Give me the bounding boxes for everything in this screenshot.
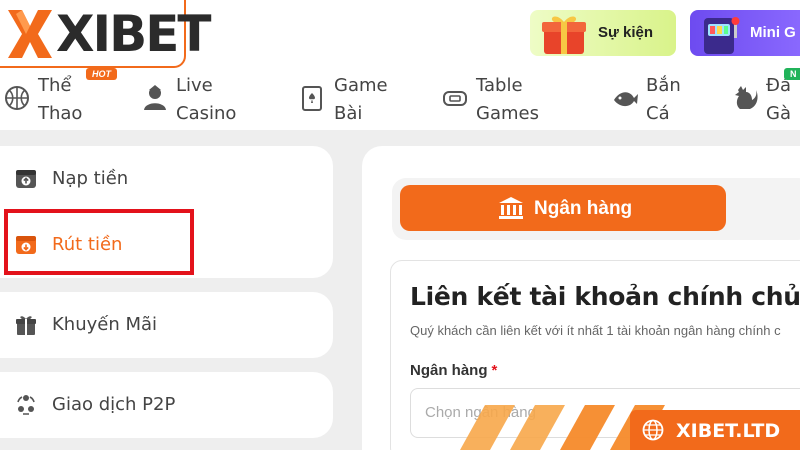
gift-box-icon: [542, 16, 586, 54]
promo-mini-game-label: Mini G: [750, 24, 796, 41]
nav-label-card-games: Game Bài: [334, 75, 388, 124]
bank-building-icon: [499, 197, 523, 219]
watermark-badge: XIBET.LTD: [630, 410, 800, 450]
deposit-wallet-icon: [16, 170, 36, 188]
sidebar-promo-card: Khuyến Mãi: [0, 292, 333, 358]
watermark-text: XIBET.LTD: [676, 420, 781, 442]
p2p-users-icon: [17, 395, 35, 415]
gift-icon: [16, 316, 36, 335]
sidebar-label-promotions: Khuyến Mãi: [52, 314, 158, 335]
fish-icon: [614, 92, 638, 107]
dealer-icon: [144, 85, 166, 110]
new-badge: N: [784, 68, 800, 80]
playing-cards-icon: [302, 86, 322, 111]
sidebar-label-p2p: Giao dịch P2P: [52, 394, 176, 415]
table-games-icon: [443, 91, 467, 106]
rooster-icon: [735, 86, 758, 109]
promo-mini-game-button[interactable]: Mini G: [690, 10, 800, 56]
site-logo[interactable]: XIBET: [0, 0, 212, 68]
nav-item-live-casino[interactable]: Live Casino: [142, 70, 252, 128]
form-title: Liên kết tài khoản chính chủ: [410, 282, 800, 311]
top-header: XIBET Sự kiện Mini G Thể Thao HOT Live C…: [0, 0, 800, 130]
promo-event-button[interactable]: Sự kiện: [530, 10, 676, 56]
nav-label-table-games: Table Games: [476, 75, 539, 124]
tab-bank-label: Ngân hàng: [534, 198, 633, 219]
sidebar-label-deposit: Nạp tiền: [52, 168, 129, 189]
tab-bank[interactable]: Ngân hàng: [400, 185, 726, 231]
logo-text: XIBET: [56, 5, 212, 63]
nav-item-sports[interactable]: Thể Thao HOT: [4, 68, 117, 128]
nav-item-card-games[interactable]: Game Bài: [300, 70, 400, 128]
sidebar-p2p-card: Giao dịch P2P: [0, 372, 333, 438]
bank-field-label: Ngân hàng *: [410, 362, 497, 379]
bank-field-label-text: Ngân hàng: [410, 362, 488, 379]
form-subtitle: Quý khách cần liên kết với ít nhất 1 tài…: [410, 323, 781, 338]
nav-item-fishing[interactable]: Bắn Cá: [612, 70, 702, 128]
withdraw-highlight-frame: [4, 209, 194, 275]
nav-label-cockfight: Đá Gà: [766, 75, 791, 124]
nav-item-table-games[interactable]: Table Games: [442, 70, 552, 128]
required-asterisk: *: [491, 362, 498, 379]
nav-label-live-casino: Live Casino: [176, 75, 237, 124]
sidebar-item-deposit[interactable]: Nạp tiền: [0, 146, 333, 212]
promo-event-label: Sự kiện: [598, 24, 654, 41]
hot-badge: HOT: [86, 68, 117, 80]
slot-machine-icon: [704, 17, 740, 54]
logo-x-mark-icon: [8, 10, 52, 58]
globe-icon: [642, 419, 664, 441]
sidebar-item-promotions[interactable]: Khuyến Mãi: [0, 292, 333, 358]
sidebar-item-p2p[interactable]: Giao dịch P2P: [0, 372, 333, 438]
basketball-icon: [5, 86, 29, 110]
nav-label-sports: Thể Thao: [38, 75, 83, 124]
main-nav: Thể Thao HOT Live Casino Game Bài Table …: [0, 68, 800, 128]
nav-label-fishing: Bắn Cá: [646, 75, 681, 124]
